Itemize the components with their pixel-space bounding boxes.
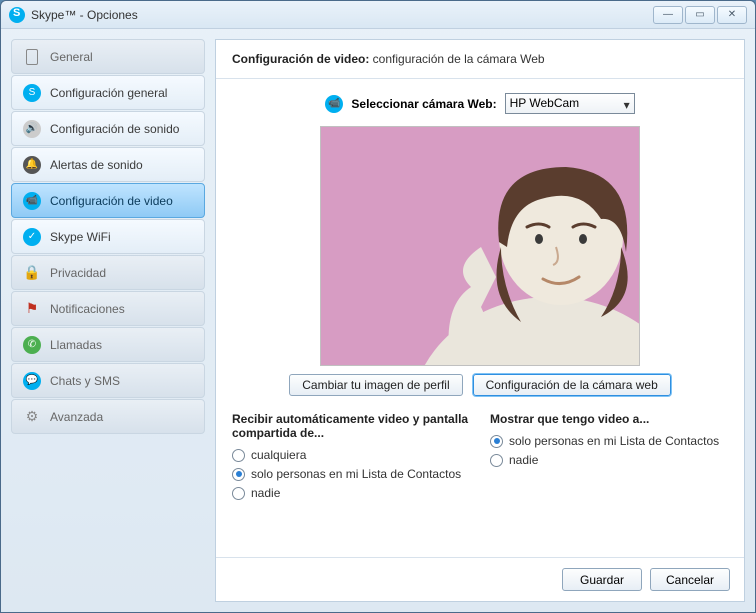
group-title: Mostrar que tengo video a... [490,412,728,426]
sidebar-item-chats[interactable]: 💬 Chats y SMS [11,363,205,398]
flag-icon: ⚑ [22,299,42,319]
sidebar-item-privacy[interactable]: 🔒 Privacidad [11,255,205,290]
skype-logo-icon [9,7,25,23]
panel-header-bold: Configuración de video: [232,52,369,66]
sidebar-item-label: Configuración general [50,86,167,100]
radio-nobody[interactable]: nadie [232,486,470,500]
sidebar-item-video-config[interactable]: 📹 Configuración de video [11,183,205,218]
sidebar-item-config-general[interactable]: S Configuración general [11,75,205,110]
sidebar-item-label: Notificaciones [50,302,125,316]
content: General S Configuración general 🔊 Config… [1,29,755,612]
camera-select[interactable]: HP WebCam [505,93,635,114]
panel-footer: Guardar Cancelar [216,557,744,601]
radio-label: nadie [509,453,538,467]
sidebar-item-general[interactable]: General [11,39,205,74]
sidebar-item-label: Skype WiFi [50,230,111,244]
radio-label: nadie [251,486,280,500]
receive-video-group: Recibir automáticamente video y pantalla… [232,412,470,505]
sidebar-item-calls[interactable]: ✆ Llamadas [11,327,205,362]
panel-header: Configuración de video: configuración de… [216,40,744,79]
sidebar-item-sound-config[interactable]: 🔊 Configuración de sonido [11,111,205,146]
cancel-button[interactable]: Cancelar [650,568,730,591]
phone-icon: ✆ [22,335,42,355]
sidebar-item-wifi[interactable]: ✓ Skype WiFi [11,219,205,254]
bell-icon: 🔔 [22,155,42,175]
camera-icon: 📹 [325,95,343,113]
panel-header-rest: configuración de la cámara Web [369,52,544,66]
sidebar-item-label: Chats y SMS [50,374,120,388]
sidebar: General S Configuración general 🔊 Config… [11,39,205,602]
sidebar-item-sound-alerts[interactable]: 🔔 Alertas de sonido [11,147,205,182]
radio-label: solo personas en mi Lista de Contactos [251,467,461,481]
radio-groups: Recibir automáticamente video y pantalla… [232,412,728,505]
sidebar-item-label: Configuración de sonido [50,122,179,136]
chat-icon: 💬 [22,371,42,391]
titlebar[interactable]: Skype™ - Opciones — ▭ ✕ [1,1,755,29]
radio-anyone[interactable]: cualquiera [232,448,470,462]
window-title: Skype™ - Opciones [31,8,653,22]
sidebar-item-notifications[interactable]: ⚑ Notificaciones [11,291,205,326]
select-camera-label: Seleccionar cámara Web: [351,97,496,111]
options-window: Skype™ - Opciones — ▭ ✕ General S Config… [0,0,756,613]
gear-icon: ⚙ [22,407,42,427]
skype-icon: S [22,83,42,103]
camera-icon: 📹 [22,191,42,211]
radio-label: solo personas en mi Lista de Contactos [509,434,719,448]
device-icon [22,47,42,67]
sidebar-item-label: Avanzada [50,410,103,424]
radio-icon [232,487,245,500]
close-button[interactable]: ✕ [717,6,747,24]
sidebar-item-label: General [50,50,93,64]
radio-nobody[interactable]: nadie [490,453,728,467]
avatar-illustration [321,127,640,366]
radio-contacts-only[interactable]: solo personas en mi Lista de Contactos [490,434,728,448]
group-title: Recibir automáticamente video y pantalla… [232,412,470,440]
sidebar-item-label: Configuración de video [50,194,173,208]
radio-label: cualquiera [251,448,306,462]
radio-icon [490,435,503,448]
radio-icon [232,449,245,462]
panel-body: 📹 Seleccionar cámara Web: HP WebCam [216,79,744,557]
save-button[interactable]: Guardar [562,568,642,591]
settings-panel: Configuración de video: configuración de… [215,39,745,602]
window-controls: — ▭ ✕ [653,6,747,24]
sidebar-item-label: Alertas de sonido [50,158,143,172]
preview-buttons: Cambiar tu imagen de perfil Configuració… [289,374,671,396]
camera-select-value: HP WebCam [510,96,580,110]
sidebar-item-advanced[interactable]: ⚙ Avanzada [11,399,205,434]
wifi-icon: ✓ [22,227,42,247]
radio-contacts-only[interactable]: solo personas en mi Lista de Contactos [232,467,470,481]
speaker-icon: 🔊 [22,119,42,139]
lock-icon: 🔒 [22,263,42,283]
radio-icon [232,468,245,481]
camera-settings-button[interactable]: Configuración de la cámara web [473,374,671,396]
maximize-button[interactable]: ▭ [685,6,715,24]
minimize-button[interactable]: — [653,6,683,24]
camera-select-row: 📹 Seleccionar cámara Web: HP WebCam [325,93,634,114]
show-video-group: Mostrar que tengo video a... solo person… [490,412,728,505]
sidebar-item-label: Privacidad [50,266,106,280]
radio-icon [490,454,503,467]
camera-preview [320,126,640,366]
change-profile-image-button[interactable]: Cambiar tu imagen de perfil [289,374,462,396]
sidebar-item-label: Llamadas [50,338,102,352]
